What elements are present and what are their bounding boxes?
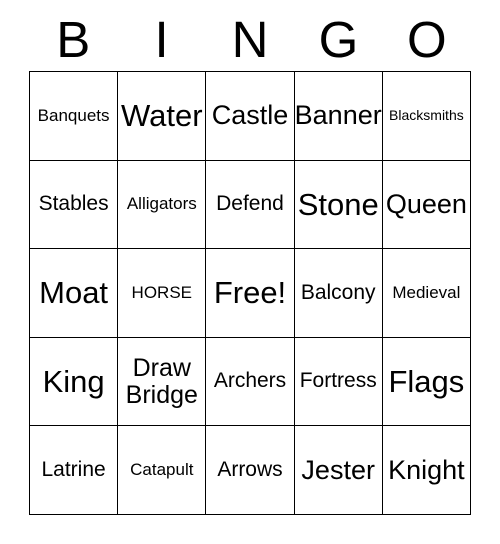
bingo-cell-r5c4[interactable]: Jester xyxy=(294,426,383,515)
bingo-cell-label: Banquets xyxy=(37,105,110,125)
bingo-cell-r4c3[interactable]: Archers xyxy=(206,337,295,427)
bingo-cell-r4c5[interactable]: Flags xyxy=(382,337,471,427)
bingo-cell-r4c1[interactable]: King xyxy=(30,337,119,427)
bingo-cell-r5c2[interactable]: Catapult xyxy=(118,426,207,515)
bingo-cell-label: Medieval xyxy=(392,282,461,302)
bingo-cell-label: Draw Bridge xyxy=(125,353,198,409)
bingo-grid: Banquets Water Castle Banner Blacksmiths… xyxy=(29,71,471,515)
bingo-card: B I N G O Banquets Water Castle Banner B… xyxy=(0,0,500,544)
bingo-cell-r3c5[interactable]: Medieval xyxy=(382,249,471,338)
header-letter-n: N xyxy=(231,10,269,68)
bingo-cell-label: Stone xyxy=(297,186,379,222)
bingo-cell-r5c1[interactable]: Latrine xyxy=(30,426,119,515)
bingo-cell-label: Flags xyxy=(388,363,465,399)
bingo-cell-label: Knight xyxy=(388,454,465,485)
bingo-cell-label: King xyxy=(42,363,105,399)
bingo-header: B I N G O xyxy=(29,8,471,70)
bingo-cell-r3c1[interactable]: Moat xyxy=(30,249,119,338)
bingo-cell-label: Defend xyxy=(216,192,284,216)
bingo-cell-label: Latrine xyxy=(41,457,106,481)
bingo-cell-r5c3[interactable]: Arrows xyxy=(206,426,295,515)
bingo-cell-label: Water xyxy=(121,98,203,134)
bingo-cell-r2c5[interactable]: Queen xyxy=(382,160,471,250)
bingo-cell-label: Moat xyxy=(39,275,109,311)
bingo-cell-r1c3[interactable]: Castle xyxy=(206,72,295,161)
bingo-cell-label: Archers xyxy=(213,369,287,393)
bingo-cell-r2c4[interactable]: Stone xyxy=(294,160,383,250)
bingo-cell-label: Free! xyxy=(213,275,287,311)
bingo-cell-label: Castle xyxy=(211,100,289,131)
bingo-cell-free-space[interactable]: Free! xyxy=(206,249,295,338)
bingo-cell-r1c2[interactable]: Water xyxy=(118,72,207,161)
bingo-cell-r1c4[interactable]: Banner xyxy=(294,72,383,161)
bingo-cell-r2c1[interactable]: Stables xyxy=(30,160,119,250)
bingo-cell-r3c4[interactable]: Balcony xyxy=(294,249,383,338)
bingo-cell-label: Blacksmiths xyxy=(389,107,464,124)
bingo-cell-label: Arrows xyxy=(217,457,283,481)
header-letter-g: G xyxy=(318,10,359,68)
header-letter-b: B xyxy=(56,10,91,68)
header-letter-o: O xyxy=(406,10,447,68)
bingo-cell-label: Catapult xyxy=(130,460,194,479)
bingo-cell-label: Balcony xyxy=(300,280,376,304)
bingo-cell-r2c3[interactable]: Defend xyxy=(206,160,295,250)
bingo-cell-r4c2[interactable]: Draw Bridge xyxy=(118,337,207,427)
bingo-cell-label: HORSE xyxy=(131,282,193,302)
bingo-cell-label: Stables xyxy=(38,192,109,216)
bingo-cell-label: Banner xyxy=(294,100,382,131)
bingo-cell-r1c5[interactable]: Blacksmiths xyxy=(382,72,471,161)
bingo-cell-r1c1[interactable]: Banquets xyxy=(30,72,119,161)
bingo-cell-label: Fortress xyxy=(299,369,377,393)
bingo-cell-label: Queen xyxy=(385,188,467,219)
header-letter-i: I xyxy=(154,10,169,68)
bingo-cell-label: Jester xyxy=(301,454,375,485)
bingo-cell-r4c4[interactable]: Fortress xyxy=(294,337,383,427)
bingo-cell-r5c5[interactable]: Knight xyxy=(382,426,471,515)
bingo-cell-label: Alligators xyxy=(126,194,197,214)
bingo-cell-r2c2[interactable]: Alligators xyxy=(118,160,207,250)
bingo-cell-r3c2[interactable]: HORSE xyxy=(118,249,207,338)
